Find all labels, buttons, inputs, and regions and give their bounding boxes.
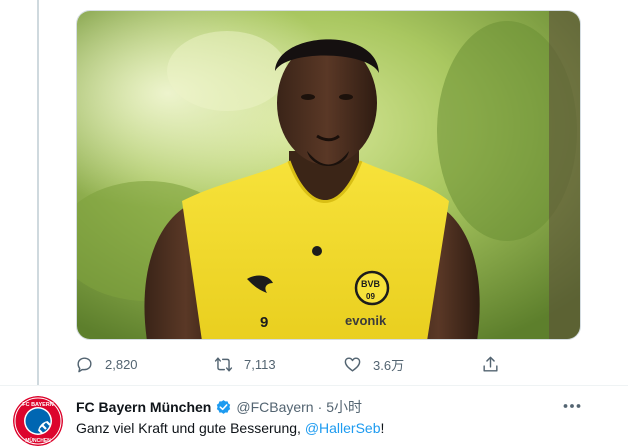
heart-icon [344, 356, 361, 372]
crest-text: BVB [361, 279, 381, 289]
avatar[interactable]: FC BAYERN MÜNCHEN [13, 396, 63, 446]
retweet-icon [214, 356, 233, 372]
share-button[interactable] [481, 352, 511, 376]
tweet-text: Ganz viel Kraft und gute Besserung, @Hal… [76, 420, 384, 436]
tweet-text-end: ! [380, 420, 385, 436]
thread-connector-line [37, 0, 39, 385]
verified-badge-icon [217, 399, 231, 414]
more-dots-icon [563, 404, 581, 408]
tweet-media-photo[interactable]: 9 BVB 09 evonik [76, 10, 581, 340]
tweet-actions-bar: 2,820 7,113 3.6万 [70, 352, 510, 376]
sponsor-text: evonik [345, 313, 387, 328]
user-handle[interactable]: @FCBayern [236, 399, 313, 415]
tweet-text-body: Ganz viel Kraft und gute Besserung, [76, 420, 305, 436]
avatar-text-top: FC BAYERN [22, 402, 54, 408]
tweet-header: FC Bayern München @FCBayern · 5小时 [76, 397, 362, 417]
separator-dot: · [317, 399, 323, 415]
mention-link[interactable]: @HallerSeb [305, 420, 381, 436]
jersey-number: 9 [260, 314, 268, 331]
like-count: 3.6万 [373, 357, 405, 373]
reply-button[interactable]: 2,820 [75, 352, 138, 376]
avatar-text-bottom: MÜNCHEN [25, 437, 51, 444]
display-name[interactable]: FC Bayern München [76, 399, 211, 415]
crest-year: 09 [366, 292, 375, 301]
tweet-timestamp[interactable]: 5小时 [326, 397, 362, 417]
reply-count: 2,820 [105, 356, 138, 372]
retweet-button[interactable]: 7,113 [214, 352, 276, 376]
bayern-logo: FC BAYERN MÜNCHEN [13, 396, 63, 446]
player-photo: 9 BVB 09 evonik [77, 11, 580, 339]
tweet-divider [0, 385, 628, 386]
share-icon [483, 356, 498, 372]
retweet-count: 7,113 [244, 356, 276, 372]
like-button[interactable]: 3.6万 [343, 352, 404, 376]
more-options-button[interactable] [560, 396, 584, 416]
reply-icon [77, 356, 92, 372]
